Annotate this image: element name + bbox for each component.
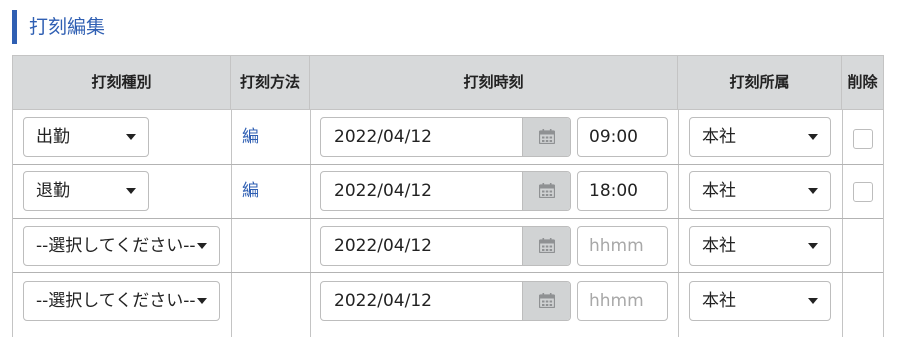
punch-type-select[interactable]: --選択してください-- xyxy=(23,281,220,321)
table-row: 出勤 編 2022/04/12 09:00 本社 xyxy=(13,110,883,165)
punch-date-input[interactable]: 2022/04/12 xyxy=(321,282,521,320)
punch-type-value: --選択してください-- xyxy=(36,291,196,311)
affiliation-value: 本社 xyxy=(702,127,736,147)
table-row: --選択してください-- 2022/04/12 hhmm 本社 xyxy=(13,273,883,337)
affiliation-value: 本社 xyxy=(702,181,736,201)
calendar-icon xyxy=(539,129,555,144)
affiliation-select[interactable]: 本社 xyxy=(689,117,831,157)
chevron-down-icon xyxy=(126,188,136,194)
punch-method-link[interactable]: 編 xyxy=(242,171,259,211)
header-delete: 削除 xyxy=(847,73,878,91)
calendar-button[interactable] xyxy=(522,118,570,156)
calendar-button[interactable] xyxy=(522,227,570,265)
punch-type-select[interactable]: 退勤 xyxy=(23,171,149,211)
calendar-icon xyxy=(539,183,555,198)
punch-date-field[interactable]: 2022/04/12 xyxy=(320,117,571,157)
chevron-down-icon xyxy=(808,298,818,304)
punch-time-input[interactable]: 18:00 xyxy=(577,171,668,211)
punch-time-input[interactable]: 09:00 xyxy=(577,117,668,157)
delete-checkbox[interactable] xyxy=(853,182,873,202)
calendar-button[interactable] xyxy=(522,282,570,320)
header-punch-method: 打刻方法 xyxy=(231,56,310,109)
table-row: 退勤 編 2022/04/12 18:00 本社 xyxy=(13,165,883,219)
punch-type-select[interactable]: 出勤 xyxy=(23,117,149,157)
affiliation-select[interactable]: 本社 xyxy=(689,281,831,321)
punch-time-input[interactable]: hhmm xyxy=(577,281,668,321)
calendar-button[interactable] xyxy=(522,172,570,210)
chevron-down-icon xyxy=(808,243,818,249)
header-punch-type: 打刻種別 xyxy=(13,56,231,109)
delete-checkbox[interactable] xyxy=(853,129,873,149)
chevron-down-icon xyxy=(126,134,136,140)
affiliation-select[interactable]: 本社 xyxy=(689,171,831,211)
punch-date-input[interactable]: 2022/04/12 xyxy=(321,118,521,156)
punch-type-select[interactable]: --選択してください-- xyxy=(23,226,220,266)
section-title: 打刻編集 xyxy=(12,10,105,44)
table-header: 打刻種別 打刻方法 打刻時刻 打刻所属 削除 xyxy=(13,55,883,110)
punch-date-field[interactable]: 2022/04/12 xyxy=(320,226,571,266)
punch-date-field[interactable]: 2022/04/12 xyxy=(320,171,571,211)
header-punch-affiliation: 打刻所属 xyxy=(678,56,842,109)
chevron-down-icon xyxy=(808,134,818,140)
table-row: --選択してください-- 2022/04/12 hhmm 本社 xyxy=(13,219,883,273)
punch-date-field[interactable]: 2022/04/12 xyxy=(320,281,571,321)
punch-method-link[interactable]: 編 xyxy=(242,117,259,157)
punch-date-input[interactable]: 2022/04/12 xyxy=(321,227,521,265)
affiliation-value: 本社 xyxy=(702,291,736,311)
punch-type-value: 出勤 xyxy=(36,127,70,147)
punch-date-input[interactable]: 2022/04/12 xyxy=(321,172,521,210)
punch-edit-table: 打刻種別 打刻方法 打刻時刻 打刻所属 削除 出勤 編 2022/04/12 0… xyxy=(12,55,884,337)
calendar-icon xyxy=(539,238,555,253)
header-punch-time: 打刻時刻 xyxy=(310,56,678,109)
chevron-down-icon xyxy=(197,243,207,249)
affiliation-select[interactable]: 本社 xyxy=(689,226,831,266)
calendar-icon xyxy=(539,293,555,308)
affiliation-value: 本社 xyxy=(702,236,736,256)
punch-type-value: --選択してください-- xyxy=(36,236,196,256)
chevron-down-icon xyxy=(197,298,207,304)
punch-type-value: 退勤 xyxy=(36,181,70,201)
chevron-down-icon xyxy=(808,188,818,194)
punch-time-input[interactable]: hhmm xyxy=(577,226,668,266)
